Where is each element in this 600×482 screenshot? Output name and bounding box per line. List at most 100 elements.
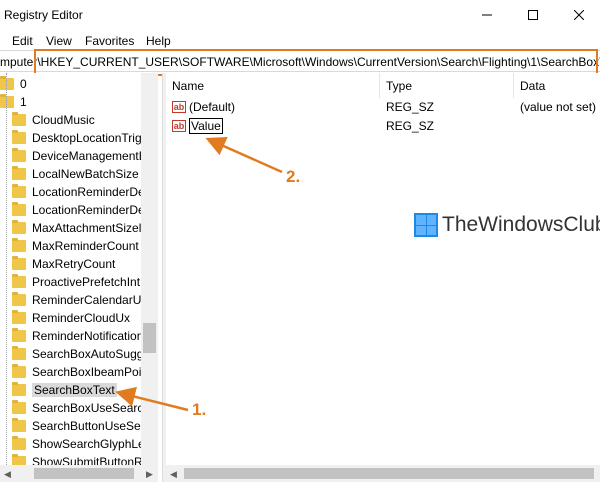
folder-icon — [12, 382, 26, 396]
folder-icon — [12, 310, 26, 324]
tree-item[interactable]: LocalNewBatchSize — [12, 165, 139, 183]
close-button[interactable] — [556, 0, 600, 30]
tree-item[interactable]: 1 — [0, 93, 27, 111]
tree-item-label: SearchButtonUseSea — [32, 419, 148, 433]
column-header-name[interactable]: Name — [166, 73, 380, 98]
minimize-button[interactable] — [464, 0, 510, 30]
menu-favorites[interactable]: Favorites — [85, 34, 134, 48]
tree-item[interactable]: LocationReminderDe — [12, 201, 145, 219]
tree-item-label: MaxAttachmentSizel — [32, 221, 142, 235]
value-type: REG_SZ — [386, 119, 435, 133]
tree-item-label: LocationReminderDe — [32, 185, 145, 199]
folder-icon — [12, 184, 26, 198]
tree-item[interactable]: ProactivePrefetchInt — [12, 273, 140, 291]
tree-item-selected[interactable]: SearchBoxText — [12, 381, 117, 399]
menu-view[interactable]: View — [46, 34, 72, 48]
column-header-type[interactable]: Type — [380, 73, 514, 98]
folder-icon — [12, 346, 26, 360]
tree-item-label: CloudMusic — [32, 113, 95, 127]
folder-icon — [12, 256, 26, 270]
tree-item-label: SearchBoxText — [32, 383, 117, 397]
tree-item[interactable]: MaxReminderCount — [12, 237, 139, 255]
tree-item-label: ReminderNotification — [32, 329, 144, 343]
scroll-left-arrow-icon[interactable]: ◀ — [4, 469, 11, 480]
tree-horizontal-scrollbar[interactable]: ◀ ▶ — [0, 465, 158, 482]
tree-item-label: ShowSearchGlyphLef — [32, 437, 149, 451]
folder-icon — [12, 274, 26, 288]
tree-item[interactable]: SearchBoxIbeamPoir — [12, 363, 145, 381]
tree-item[interactable]: MaxRetryCount — [12, 255, 115, 273]
tree-item-label: SearchBoxIbeamPoir — [32, 365, 146, 379]
scroll-thumb[interactable] — [184, 468, 594, 479]
tree-item[interactable]: MaxAttachmentSizel — [12, 219, 141, 237]
menu-bar: Edit View Favorites Help — [0, 31, 600, 51]
tree-item-label: DeviceManagementE — [32, 149, 147, 163]
folder-icon — [12, 292, 26, 306]
tree-item[interactable]: ShowSubmitButtonR — [12, 453, 143, 465]
folder-icon — [12, 238, 26, 252]
scroll-thumb[interactable] — [143, 323, 156, 353]
tree-item-label: ReminderCloudUx — [32, 311, 131, 325]
tree-item[interactable]: SearchBoxAutoSugg — [12, 345, 143, 363]
tree-item[interactable]: ReminderCloudUx — [12, 309, 130, 327]
list-item[interactable]: ab (Default) — [172, 98, 235, 116]
minimize-icon — [482, 14, 492, 16]
folder-icon — [12, 364, 26, 378]
folder-icon — [12, 202, 26, 216]
values-list[interactable]: Name Type Data ab (Default) REG_SZ (valu… — [166, 73, 600, 465]
tree-item[interactable]: SearchButtonUseSea — [12, 417, 147, 435]
list-horizontal-scrollbar[interactable]: ◀ — [166, 465, 600, 482]
windows-logo-icon — [414, 213, 438, 237]
tree-item[interactable]: SearchBoxUseSearch — [12, 399, 150, 417]
tree-item-label: ReminderCalendarUp — [32, 293, 149, 307]
scroll-right-arrow-icon[interactable]: ▶ — [146, 469, 153, 480]
scroll-thumb[interactable] — [34, 468, 134, 479]
address-highlight-box — [34, 49, 598, 76]
menu-edit[interactable]: Edit — [12, 34, 33, 48]
string-value-icon: ab — [172, 120, 186, 132]
tree-item[interactable]: DeviceManagementE — [12, 147, 147, 165]
tree-item-label: ProactivePrefetchInt — [32, 275, 141, 289]
value-data: (value not set) — [520, 100, 597, 114]
folder-icon — [12, 220, 26, 234]
tree-guide-line — [6, 73, 7, 465]
list-item-editing[interactable]: ab Value — [172, 117, 223, 135]
tree-item[interactable]: CloudMusic — [12, 111, 95, 129]
annotation-step-1: 1. — [192, 400, 207, 419]
key-tree[interactable]: 0 1 CloudMusic DesktopLocationTrig Devic… — [0, 73, 158, 465]
tree-item-label: ShowSubmitButtonR — [32, 455, 143, 465]
folder-icon — [12, 436, 26, 450]
window-title: Registry Editor — [4, 8, 83, 22]
folder-icon — [12, 418, 26, 432]
tree-item-label: MaxRetryCount — [32, 257, 116, 271]
watermark-text: TheWindowsClub — [442, 213, 600, 236]
value-name: (Default) — [189, 100, 236, 114]
tree-item-label: LocationReminderDe — [32, 203, 145, 217]
folder-icon — [12, 130, 26, 144]
tree-item[interactable]: ShowSearchGlyphLef — [12, 435, 148, 453]
column-header-data[interactable]: Data — [514, 73, 600, 98]
folder-icon — [12, 148, 26, 162]
folder-icon — [0, 94, 14, 108]
string-value-icon: ab — [172, 101, 186, 113]
tree-item[interactable]: LocationReminderDe — [12, 183, 145, 201]
tree-vertical-scrollbar[interactable] — [141, 73, 158, 465]
menu-help[interactable]: Help — [146, 34, 171, 48]
tree-item[interactable]: ReminderCalendarUp — [12, 291, 148, 309]
tree-item-label: SearchBoxUseSearch — [32, 401, 151, 415]
close-icon — [574, 10, 584, 20]
value-name-edit-field[interactable]: Value — [189, 118, 223, 134]
scroll-left-arrow-icon[interactable]: ◀ — [170, 469, 177, 480]
tree-item-label: 0 — [20, 77, 27, 91]
maximize-button[interactable] — [510, 0, 556, 30]
tree-item[interactable]: 0 — [0, 75, 27, 93]
folder-icon — [12, 400, 26, 414]
folder-icon — [12, 328, 26, 342]
tree-item[interactable]: ReminderNotification — [12, 327, 143, 345]
tree-item[interactable]: DesktopLocationTrig — [12, 129, 142, 147]
tree-item-label: DesktopLocationTrig — [32, 131, 142, 145]
folder-icon — [12, 454, 26, 465]
tree-item-label: LocalNewBatchSize — [32, 167, 139, 181]
folder-icon — [12, 166, 26, 180]
maximize-icon — [528, 10, 538, 20]
